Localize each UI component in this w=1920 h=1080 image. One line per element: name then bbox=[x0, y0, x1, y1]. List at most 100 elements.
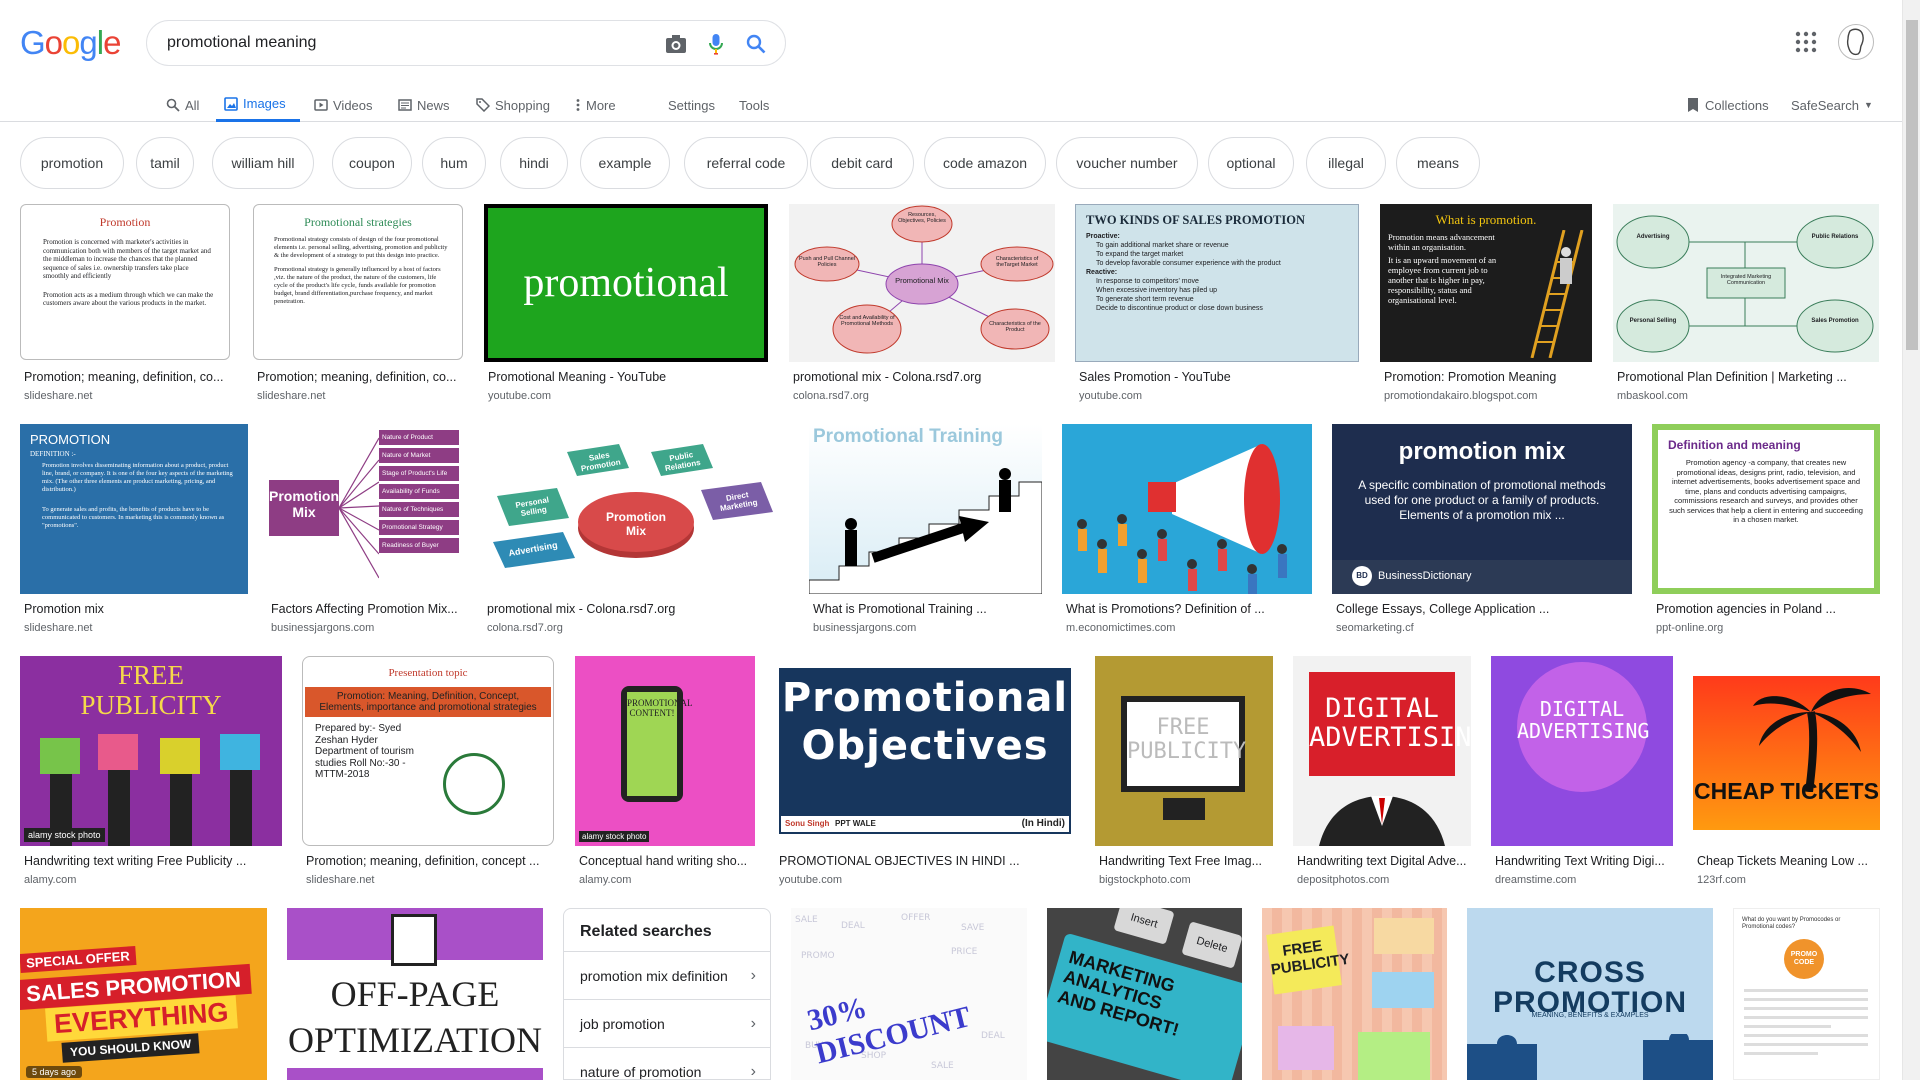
image-result[interactable]: What do you want by Promocodes or Promot… bbox=[1733, 908, 1880, 1080]
image-result[interactable]: DIGITAL ADVERTISING Handwriting Text Wri… bbox=[1491, 656, 1673, 890]
result-caption[interactable]: PROMOTIONAL OBJECTIVES IN HINDI ... bbox=[779, 854, 1075, 868]
image-result[interactable]: Promotion Mix Personal Selling Sales Pro… bbox=[483, 424, 789, 638]
result-source[interactable]: colona.rsd7.org bbox=[487, 622, 563, 634]
image-result[interactable]: Promotional strategies Promotional strat… bbox=[253, 204, 465, 404]
result-source[interactable]: colona.rsd7.org bbox=[793, 390, 869, 402]
related-item[interactable]: promotion mix definition › bbox=[564, 951, 770, 999]
result-source[interactable]: seomarketing.cf bbox=[1336, 622, 1414, 634]
result-source[interactable]: 123rf.com bbox=[1697, 874, 1746, 886]
result-caption[interactable]: Handwriting Text Writing Digi... bbox=[1495, 854, 1673, 868]
result-caption[interactable]: Promotional Meaning - YouTube bbox=[488, 370, 770, 384]
chip[interactable]: optional bbox=[1208, 137, 1294, 189]
result-source[interactable]: youtube.com bbox=[779, 874, 842, 886]
result-caption[interactable]: Promotion mix bbox=[24, 602, 248, 616]
google-logo[interactable]: Google bbox=[20, 24, 121, 62]
chip[interactable]: william hill bbox=[212, 137, 314, 189]
image-result[interactable]: Definition and meaning Promotion agency … bbox=[1652, 424, 1880, 638]
safesearch-button[interactable]: SafeSearch ▼ bbox=[1791, 88, 1873, 122]
image-result[interactable]: FREE PUBLICITY bbox=[1262, 908, 1447, 1080]
image-result[interactable]: Promotional Training What is Promotional… bbox=[809, 424, 1042, 638]
tab-news[interactable]: News bbox=[398, 88, 450, 122]
result-caption[interactable]: promotional mix - Colona.rsd7.org bbox=[487, 602, 789, 616]
chip[interactable]: hum bbox=[422, 137, 486, 189]
chip[interactable]: tamil bbox=[136, 137, 194, 189]
tab-images[interactable]: Images bbox=[216, 88, 300, 122]
result-caption[interactable]: Cheap Tickets Meaning Low ... bbox=[1697, 854, 1880, 868]
search-icon[interactable] bbox=[743, 31, 769, 57]
result-source[interactable]: slideshare.net bbox=[257, 390, 326, 402]
search-input[interactable]: promotional meaning bbox=[167, 34, 316, 52]
chip[interactable]: referral code bbox=[684, 137, 808, 189]
result-source[interactable]: depositphotos.com bbox=[1297, 874, 1389, 886]
image-result[interactable]: Promotion Promotion is concerned with ma… bbox=[20, 204, 232, 404]
account-avatar[interactable] bbox=[1838, 24, 1874, 60]
tab-settings[interactable]: Settings bbox=[668, 88, 715, 122]
image-result[interactable]: OFF-PAGE OPTIMIZATION bbox=[287, 908, 543, 1080]
result-source[interactable]: slideshare.net bbox=[306, 874, 375, 886]
image-result[interactable]: What is Promotions? Definition of ... m.… bbox=[1062, 424, 1312, 638]
tab-shopping[interactable]: Shopping bbox=[476, 88, 550, 122]
result-source[interactable]: businessjargons.com bbox=[813, 622, 916, 634]
result-caption[interactable]: Conceptual hand writing sho... bbox=[579, 854, 755, 868]
result-source[interactable]: businessjargons.com bbox=[271, 622, 374, 634]
chip[interactable]: illegal bbox=[1306, 137, 1386, 189]
collections-button[interactable]: Collections bbox=[1686, 88, 1769, 122]
image-result[interactable]: PROMOTION DEFINITION :- Promotion involv… bbox=[20, 424, 248, 638]
image-result[interactable]: FREE PUBLICITY Handwriting Text Free Ima… bbox=[1095, 656, 1273, 890]
image-result[interactable]: DIGITAL ADVERTISING Handwriting text Dig… bbox=[1293, 656, 1471, 890]
image-result[interactable]: CHEAP TICKETS Cheap Tickets Meaning Low … bbox=[1693, 656, 1880, 890]
tab-all[interactable]: All bbox=[166, 88, 199, 122]
result-source[interactable]: ppt-online.org bbox=[1656, 622, 1723, 634]
chip[interactable]: example bbox=[580, 137, 670, 189]
result-caption[interactable]: College Essays, College Application ... bbox=[1336, 602, 1632, 616]
related-item[interactable]: nature of promotion › bbox=[564, 1047, 770, 1079]
result-source[interactable]: bigstockphoto.com bbox=[1099, 874, 1191, 886]
image-result[interactable]: SPECIAL OFFER SALES PROMOTION EVERYTHING… bbox=[20, 908, 267, 1080]
result-caption[interactable]: Promotion: Promotion Meaning bbox=[1384, 370, 1594, 384]
scrollbar-thumb[interactable] bbox=[1906, 20, 1918, 350]
result-source[interactable]: youtube.com bbox=[488, 390, 551, 402]
result-caption[interactable]: Promotion agencies in Poland ... bbox=[1656, 602, 1880, 616]
chip[interactable]: promotion bbox=[20, 137, 124, 189]
image-result[interactable]: CROSS PROMOTION MEANING, BENEFITS & EXAM… bbox=[1467, 908, 1713, 1080]
image-result[interactable]: promotion mix A specific combination of … bbox=[1332, 424, 1632, 638]
chip[interactable]: means bbox=[1396, 137, 1480, 189]
image-result[interactable]: Promotional Objectives Sonu Singh PPT WA… bbox=[775, 656, 1075, 890]
result-source[interactable]: youtube.com bbox=[1079, 390, 1142, 402]
chip[interactable]: debit card bbox=[810, 137, 914, 189]
result-caption[interactable]: Factors Affecting Promotion Mix... bbox=[271, 602, 463, 616]
result-caption[interactable]: Promotional Plan Definition | Marketing … bbox=[1617, 370, 1879, 384]
chip[interactable]: voucher number bbox=[1056, 137, 1198, 189]
result-source[interactable]: alamy.com bbox=[579, 874, 631, 886]
image-result[interactable]: TWO KINDS OF SALES PROMOTION Proactive: … bbox=[1075, 204, 1360, 404]
result-caption[interactable]: Sales Promotion - YouTube bbox=[1079, 370, 1359, 384]
microphone-icon[interactable] bbox=[703, 31, 729, 57]
result-source[interactable]: slideshare.net bbox=[24, 622, 93, 634]
tab-tools[interactable]: Tools bbox=[739, 88, 769, 122]
result-caption[interactable]: Promotion; meaning, definition, co... bbox=[24, 370, 232, 384]
result-source[interactable]: promotiondakairo.blogspot.com bbox=[1384, 390, 1537, 402]
apps-grid-icon[interactable] bbox=[1794, 30, 1818, 54]
image-result[interactable]: Promotional Mix Resources, Objectives, P… bbox=[789, 204, 1055, 404]
image-result[interactable]: Promotion Mix Nature of Product Nature o… bbox=[267, 424, 463, 638]
image-result[interactable]: Advertising Public Relations Integrated … bbox=[1613, 204, 1879, 404]
image-result[interactable]: promotional Promotional Meaning - YouTub… bbox=[484, 204, 770, 404]
result-caption[interactable]: Handwriting text writing Free Publicity … bbox=[24, 854, 282, 868]
result-caption[interactable]: What is Promotions? Definition of ... bbox=[1066, 602, 1312, 616]
result-caption[interactable]: promotional mix - Colona.rsd7.org bbox=[793, 370, 1055, 384]
chip[interactable]: code amazon bbox=[924, 137, 1046, 189]
result-source[interactable]: dreamstime.com bbox=[1495, 874, 1576, 886]
result-source[interactable]: slideshare.net bbox=[24, 390, 93, 402]
result-caption[interactable]: Promotion; meaning, definition, co... bbox=[257, 370, 465, 384]
image-result[interactable]: What is promotion. Promotion means advan… bbox=[1380, 204, 1592, 404]
result-caption[interactable]: Handwriting text Digital Adve... bbox=[1297, 854, 1471, 868]
result-caption[interactable]: Promotion; meaning, definition, concept … bbox=[306, 854, 554, 868]
page-scrollbar[interactable] bbox=[1902, 0, 1920, 1080]
image-result[interactable]: SALE DEAL OFFER SAVE PROMO PRICE BUY SHOP SALE DE… bbox=[791, 908, 1027, 1080]
related-item[interactable]: job promotion › bbox=[564, 999, 770, 1047]
tab-videos[interactable]: Videos bbox=[314, 88, 373, 122]
image-result[interactable]: PROMOTIONAL CONTENT! alamy stock photo C… bbox=[575, 656, 755, 890]
camera-icon[interactable] bbox=[663, 31, 689, 57]
image-result[interactable]: Presentation topic Promotion: Meaning, D… bbox=[302, 656, 554, 890]
tab-more[interactable]: More bbox=[575, 88, 616, 122]
